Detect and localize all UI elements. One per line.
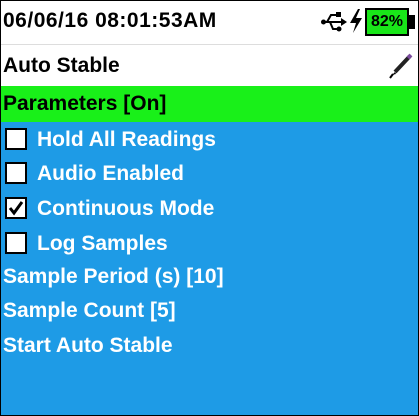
parameters-toggle[interactable]: Parameters [On] [1,86,418,122]
log-samples-option[interactable]: Log Samples [1,228,418,262]
checkmark-icon [8,201,24,216]
page-title: Auto Stable [3,54,120,77]
sample-count-item[interactable]: Sample Count [5] [1,295,418,329]
parameters-label: Parameters [On] [3,92,167,115]
option-label: Audio Enabled [37,162,184,185]
hold-all-readings-checkbox[interactable] [5,128,27,150]
option-label: Log Samples [37,232,168,255]
datetime-display: 06/06/16 08:01:53AM [3,9,217,32]
battery-indicator: 82% [365,8,409,36]
status-bar: 06/06/16 08:01:53AM 82% [1,1,418,44]
battery-terminal [409,15,415,29]
device-screen: 06/06/16 08:01:53AM 82% Auto Stable Para… [0,0,419,416]
pen-icon[interactable] [389,53,413,84]
title-bar: Auto Stable [1,44,418,87]
audio-enabled-checkbox[interactable] [5,162,27,184]
start-auto-stable-item[interactable]: Start Auto Stable [1,330,418,364]
continuous-mode-option[interactable]: Continuous Mode [1,193,418,227]
option-label: Continuous Mode [37,197,215,220]
log-samples-checkbox[interactable] [5,232,27,254]
sample-period-item[interactable]: Sample Period (s) [10] [1,261,418,295]
sample-period-label: Sample Period (s) [10] [3,265,224,288]
continuous-mode-checkbox[interactable] [5,197,27,219]
usb-icon [321,11,347,38]
option-label: Hold All Readings [37,128,216,151]
charging-icon [349,9,363,38]
start-auto-stable-label: Start Auto Stable [3,334,173,357]
audio-enabled-option[interactable]: Audio Enabled [1,158,418,192]
sample-count-label: Sample Count [5] [3,299,176,322]
hold-all-readings-option[interactable]: Hold All Readings [1,124,418,158]
